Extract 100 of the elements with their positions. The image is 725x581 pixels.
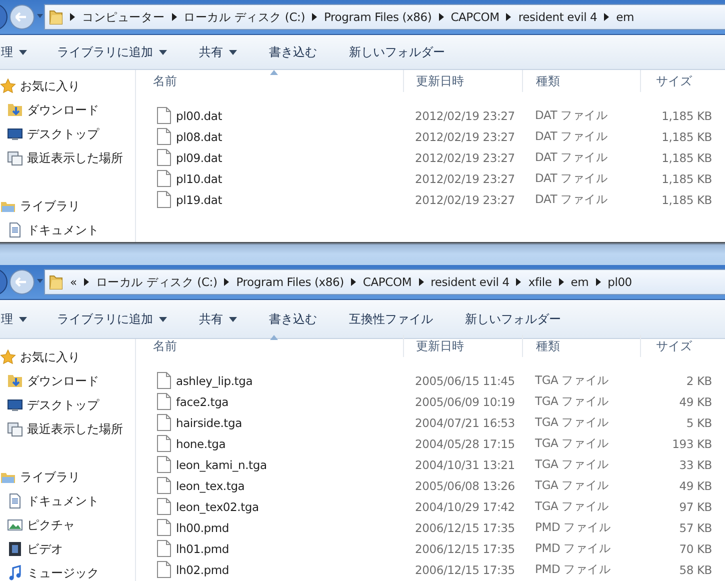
file-name[interactable]: pl09.dat	[176, 150, 222, 164]
caret-icon	[229, 50, 237, 54]
file-name[interactable]: leon_kami_n.tga	[176, 458, 267, 472]
file-name[interactable]: ashley_lip.tga	[176, 374, 253, 388]
breadcrumb[interactable]: CAPCOM	[362, 275, 412, 289]
toolbar-button[interactable]: ライブラリに追加	[39, 39, 181, 65]
file-name[interactable]: lh01.pmd	[176, 542, 229, 556]
sidebar-item[interactable]: ピクチャ	[0, 513, 135, 537]
file-name[interactable]: lh00.pmd	[176, 520, 229, 534]
chevron-icon	[418, 278, 424, 286]
toolbar-button[interactable]: 理	[0, 39, 39, 65]
file-icon	[157, 435, 171, 452]
file-name[interactable]: lh02.pmd	[176, 562, 229, 576]
table-cell-text: 2004/10/29 17:42	[414, 500, 516, 514]
table-cell-text: 2004/07/21 16:53	[414, 416, 516, 430]
file-name[interactable]: pl08.dat	[176, 130, 222, 144]
sidebar-item[interactable]: ドキュメント	[0, 489, 135, 513]
toolbar-button[interactable]: 理	[0, 306, 39, 332]
table-cell-text: 49 KB	[678, 394, 713, 408]
chevron-icon	[558, 278, 564, 286]
sidebar-item[interactable]: ライブラリ	[0, 465, 135, 489]
address-bar[interactable]: コンピューター ローカル ディスク (C:) Program Files (x86) CAPCOM resident evil 4 em	[44, 4, 725, 30]
breadcrumb[interactable]: xfile	[528, 275, 552, 289]
file-name[interactable]: pl19.dat	[176, 192, 222, 206]
breadcrumb[interactable]: Program Files (x86)	[324, 10, 432, 24]
caret-icon	[19, 316, 27, 322]
column-header[interactable]: サイズ	[640, 335, 725, 357]
table-cell-text: DAT ファイル	[534, 192, 609, 207]
navigation-buttons-icon[interactable]	[0, 2, 44, 32]
file-name[interactable]: pl10.dat	[176, 172, 222, 186]
address-bar[interactable]: « ローカル ディスク (C:) Program Files (x86) CAPCOM resident evil 4 xfile em pl00	[44, 269, 725, 295]
table-cell-text: 70 KB	[678, 542, 713, 556]
toolbar-button[interactable]: 書き込む	[251, 39, 331, 65]
file-icon	[157, 170, 171, 187]
toolbar-button[interactable]: 共有	[181, 306, 251, 332]
file-name[interactable]: face2.tga	[176, 394, 229, 408]
file-name[interactable]: leon_tex02.tga	[176, 500, 259, 514]
toolbar-button[interactable]: ライブラリに追加	[39, 306, 181, 332]
star-icon	[0, 78, 16, 94]
sidebar-item[interactable]: ライブラリ	[0, 194, 135, 218]
table-cell-text: 1,185 KB	[660, 192, 713, 206]
sidebar-item[interactable]: ドキュメント	[0, 218, 135, 242]
table-cell-text: DAT ファイル	[534, 108, 609, 123]
breadcrumb[interactable]: em	[616, 10, 634, 24]
column-header[interactable]: 種類	[522, 70, 640, 92]
sidebar-item[interactable]: 最近表示した場所	[0, 417, 135, 441]
sidebar-item[interactable]: 最近表示した場所	[0, 146, 135, 170]
breadcrumb[interactable]: resident evil 4	[430, 275, 510, 289]
file-name[interactable]: hone.tga	[176, 436, 226, 450]
download-folder-icon	[7, 102, 23, 118]
column-header[interactable]: 名前	[136, 335, 403, 357]
toolbar-button[interactable]: 新しいフォルダー	[331, 39, 459, 65]
toolbar-button[interactable]: 共有	[181, 39, 251, 65]
breadcrumb[interactable]: コンピューター	[82, 10, 165, 24]
folder-icon	[49, 274, 63, 290]
file-icon	[157, 372, 171, 389]
file-icon	[157, 540, 171, 557]
table-cell-text: 49 KB	[678, 478, 713, 492]
sidebar-item[interactable]: デスクトップ	[0, 393, 135, 417]
table-cell-text: DAT ファイル	[534, 129, 609, 144]
chevron-icon	[604, 13, 610, 21]
sidebar-item[interactable]: ダウンロード	[0, 369, 135, 393]
sidebar-item[interactable]: お気に入り	[0, 74, 135, 98]
column-header[interactable]: サイズ	[640, 70, 725, 92]
table-cell-text: TGA ファイル	[534, 394, 610, 409]
breadcrumb[interactable]: «	[70, 275, 77, 289]
sidebar-item[interactable]: ダウンロード	[0, 98, 135, 122]
folder-icon	[49, 9, 63, 25]
toolbar-button[interactable]: 書き込む	[251, 306, 331, 332]
table-cell-text: 57 KB	[678, 520, 713, 534]
sidebar-item[interactable]: ビデオ	[0, 537, 135, 561]
toolbar-button[interactable]: 互換性ファイル	[331, 306, 447, 332]
breadcrumb[interactable]: CAPCOM	[450, 10, 500, 24]
toolbar-button[interactable]: 新しいフォルダー	[447, 306, 575, 332]
breadcrumb[interactable]: ローカル ディスク (C:)	[96, 274, 218, 290]
sidebar-item[interactable]: お気に入り	[0, 345, 135, 369]
download-folder-icon	[7, 373, 23, 389]
file-name[interactable]: leon_tex.tga	[176, 478, 245, 492]
file-icon	[157, 393, 171, 410]
breadcrumb[interactable]: ローカル ディスク (C:)	[184, 10, 305, 24]
file-icon	[157, 414, 171, 431]
file-name[interactable]: hairside.tga	[176, 416, 242, 430]
breadcrumb[interactable]: Program Files (x86)	[236, 275, 344, 289]
file-name[interactable]: pl00.dat	[176, 108, 222, 122]
breadcrumb[interactable]: pl00	[608, 275, 632, 289]
file-icon	[157, 149, 171, 166]
column-header[interactable]: 種類	[522, 335, 640, 357]
breadcrumb[interactable]: em	[570, 275, 589, 289]
chevron-icon	[596, 278, 601, 286]
column-header[interactable]: 名前	[136, 70, 403, 92]
column-header[interactable]: 更新日時	[403, 335, 522, 357]
document-icon	[7, 222, 23, 238]
table-cell-text: TGA ファイル	[534, 373, 610, 388]
breadcrumb[interactable]: resident evil 4	[518, 10, 598, 24]
sidebar-item[interactable]: デスクトップ	[0, 122, 135, 146]
sidebar-item[interactable]: ミュージック	[0, 561, 135, 581]
file-icon	[157, 191, 171, 208]
column-header[interactable]: 更新日時	[403, 70, 522, 92]
chevron-icon	[506, 13, 512, 21]
navigation-buttons-icon[interactable]	[0, 267, 44, 297]
